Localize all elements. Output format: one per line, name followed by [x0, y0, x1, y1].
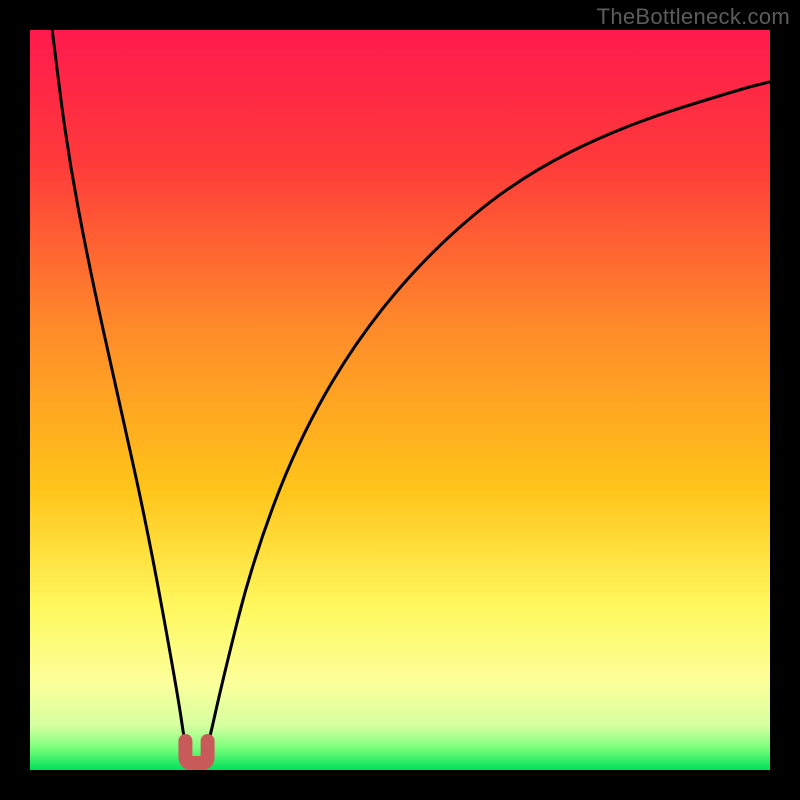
chart-frame: TheBottleneck.com	[0, 0, 800, 800]
gradient-background	[30, 30, 770, 770]
bottleneck-chart	[30, 30, 770, 770]
watermark-text: TheBottleneck.com	[597, 4, 790, 30]
plot-area	[30, 30, 770, 770]
